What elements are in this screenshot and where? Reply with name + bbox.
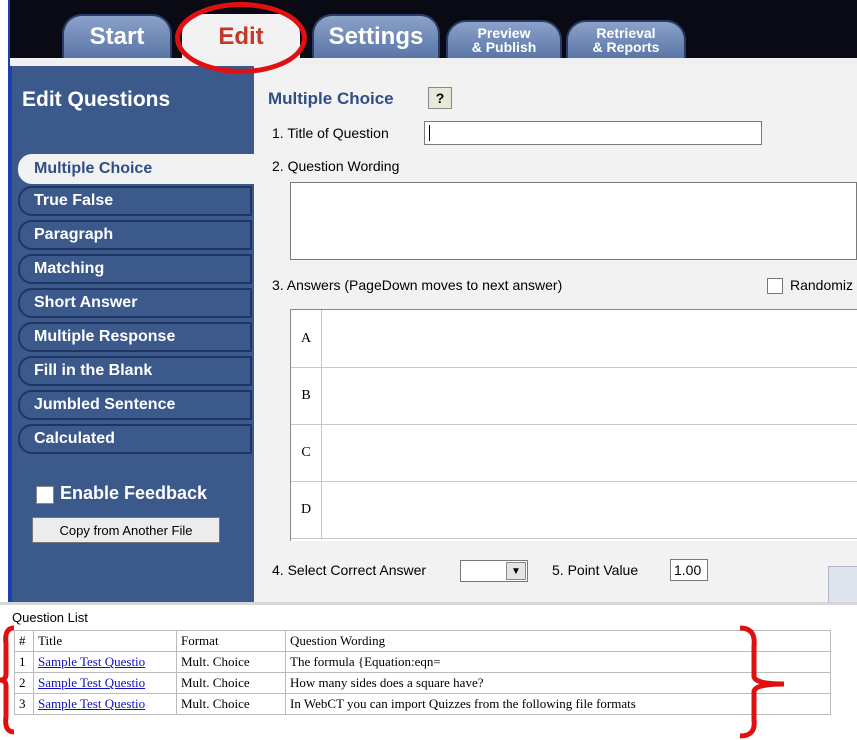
row-format: Mult. Choice <box>176 672 286 694</box>
annotation-left-brace <box>0 625 15 735</box>
annotation-circle <box>175 2 307 74</box>
tab-underline <box>10 58 857 66</box>
answer-letter: B <box>291 367 322 424</box>
table-header-row: # Title Format Question Wording <box>14 630 831 652</box>
answers-label: 3. Answers (PageDown moves to next answe… <box>272 277 563 293</box>
point-value-label: 5. Point Value <box>552 562 639 578</box>
annotation-right-brace <box>739 625 785 739</box>
sidebar-item-fill-in-the-blank[interactable]: Fill in the Blank <box>18 356 252 386</box>
sidebar-item-jumbled-sentence[interactable]: Jumbled Sentence <box>18 390 252 420</box>
table-row[interactable]: 2 Sample Test Questio Mult. Choice How m… <box>14 672 831 694</box>
question-title-link[interactable]: Sample Test Questio <box>38 654 145 669</box>
col-header-format: Format <box>176 630 286 652</box>
sidebar-item-multiple-choice[interactable]: Multiple Choice <box>18 154 254 184</box>
question-wording-textarea[interactable] <box>290 182 857 260</box>
question-list-table: # Title Format Question Wording 1 Sample… <box>14 630 831 715</box>
tab-settings-label: Settings <box>328 23 424 50</box>
table-row[interactable]: 3 Sample Test Questio Mult. Choice In We… <box>14 693 831 715</box>
answers-table: A B C D <box>290 309 857 541</box>
question-type-title: Multiple Choice <box>268 89 394 108</box>
question-title-link[interactable]: Sample Test Questio <box>38 675 145 690</box>
question-list-label: Question List <box>12 610 88 625</box>
col-header-title: Title <box>33 630 177 652</box>
chevron-down-icon[interactable]: ▼ <box>506 562 526 580</box>
answer-letter: C <box>291 424 322 481</box>
divider <box>0 602 857 605</box>
table-row[interactable]: 1 Sample Test Questio Mult. Choice The f… <box>14 651 831 673</box>
tab-start[interactable]: Start <box>62 14 172 58</box>
row-format: Mult. Choice <box>176 693 286 715</box>
answer-row[interactable]: B <box>291 367 857 425</box>
enable-feedback-label: Enable Feedback <box>60 483 208 503</box>
answer-row[interactable]: A <box>291 310 857 368</box>
tab-start-label: Start <box>89 23 145 50</box>
randomize-label: Randomiz <box>790 277 854 293</box>
sidebar-item-short-answer[interactable]: Short Answer <box>18 288 252 318</box>
tab-preview-label: Preview & Publish <box>471 25 537 55</box>
sidebar-item-calculated[interactable]: Calculated <box>18 424 252 454</box>
help-button[interactable]: ? <box>428 87 452 109</box>
save-button-partial[interactable] <box>828 566 857 604</box>
sidebar-heading: Edit Questions <box>22 88 171 111</box>
answer-letter: D <box>291 481 322 538</box>
randomize-checkbox[interactable] <box>767 278 783 294</box>
sidebar-item-multiple-response[interactable]: Multiple Response <box>18 322 252 352</box>
select-correct-label: 4. Select Correct Answer <box>272 562 427 578</box>
tab-settings[interactable]: Settings <box>312 14 440 58</box>
title-label: 1. Title of Question <box>272 125 389 141</box>
title-input[interactable] <box>424 121 762 145</box>
tab-retrieval-reports[interactable]: Retrieval & Reports <box>566 20 686 58</box>
sidebar-item-matching[interactable]: Matching <box>18 254 252 284</box>
row-format: Mult. Choice <box>176 651 286 673</box>
question-title-link[interactable]: Sample Test Questio <box>38 696 145 711</box>
tab-bar: Start Edit Settings Preview & Publish Re… <box>10 0 857 58</box>
tab-preview-publish[interactable]: Preview & Publish <box>446 20 562 58</box>
answer-letter: A <box>291 310 322 367</box>
sidebar-item-paragraph[interactable]: Paragraph <box>18 220 252 250</box>
enable-feedback-checkbox[interactable] <box>36 486 54 504</box>
tab-retrieval-label: Retrieval & Reports <box>592 25 660 55</box>
sidebar-item-true-false[interactable]: True False <box>18 186 252 216</box>
point-value-input[interactable]: 1.00 <box>670 559 708 581</box>
answer-row[interactable]: C <box>291 424 857 482</box>
copy-from-file-button[interactable]: Copy from Another File <box>32 517 220 543</box>
wording-label: 2. Question Wording <box>272 158 400 174</box>
answer-row[interactable]: D <box>291 481 857 539</box>
text-cursor <box>429 125 430 141</box>
